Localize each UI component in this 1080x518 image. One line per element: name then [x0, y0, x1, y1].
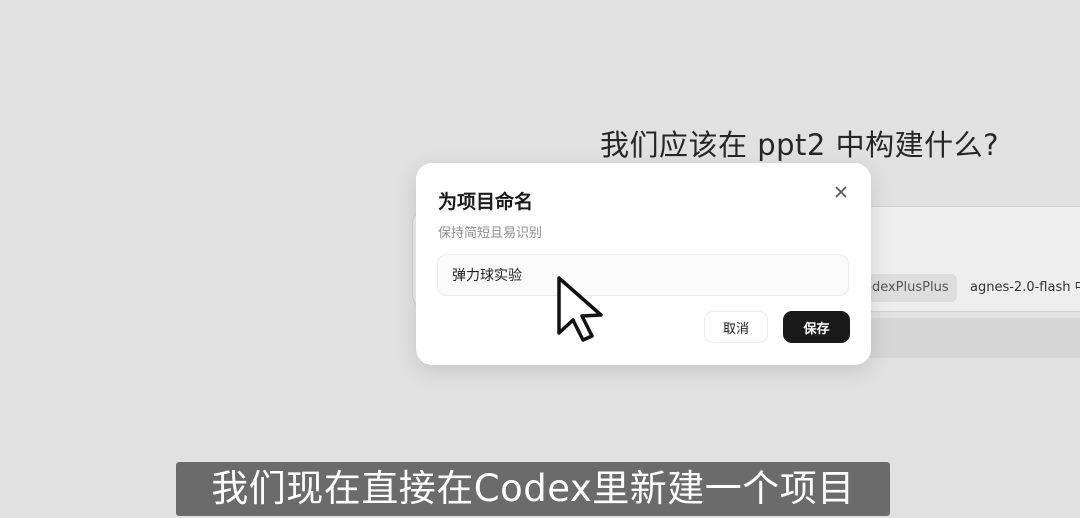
plugin-chip[interactable]: odexPlusPlus: [858, 274, 957, 302]
close-icon: [835, 186, 847, 198]
background-panel: [850, 318, 1080, 358]
name-project-dialog: 为项目命名 保持简短且易识别 取消 保存: [416, 163, 871, 365]
dialog-title: 为项目命名: [438, 191, 534, 213]
project-name-input[interactable]: [437, 254, 849, 296]
cancel-button[interactable]: 取消: [704, 311, 768, 343]
mouse-pointer-icon: [557, 276, 603, 342]
video-caption: 我们现在直接在Codex里新建一个项目: [176, 462, 890, 516]
save-button[interactable]: 保存: [783, 311, 850, 343]
model-selector[interactable]: agnes-2.0-flash 中: [962, 274, 1080, 302]
close-button[interactable]: [830, 181, 852, 203]
page-heading: 我们应该在 ppt2 中构建什么?: [600, 128, 999, 162]
dialog-subtitle: 保持简短且易识别: [438, 226, 543, 241]
